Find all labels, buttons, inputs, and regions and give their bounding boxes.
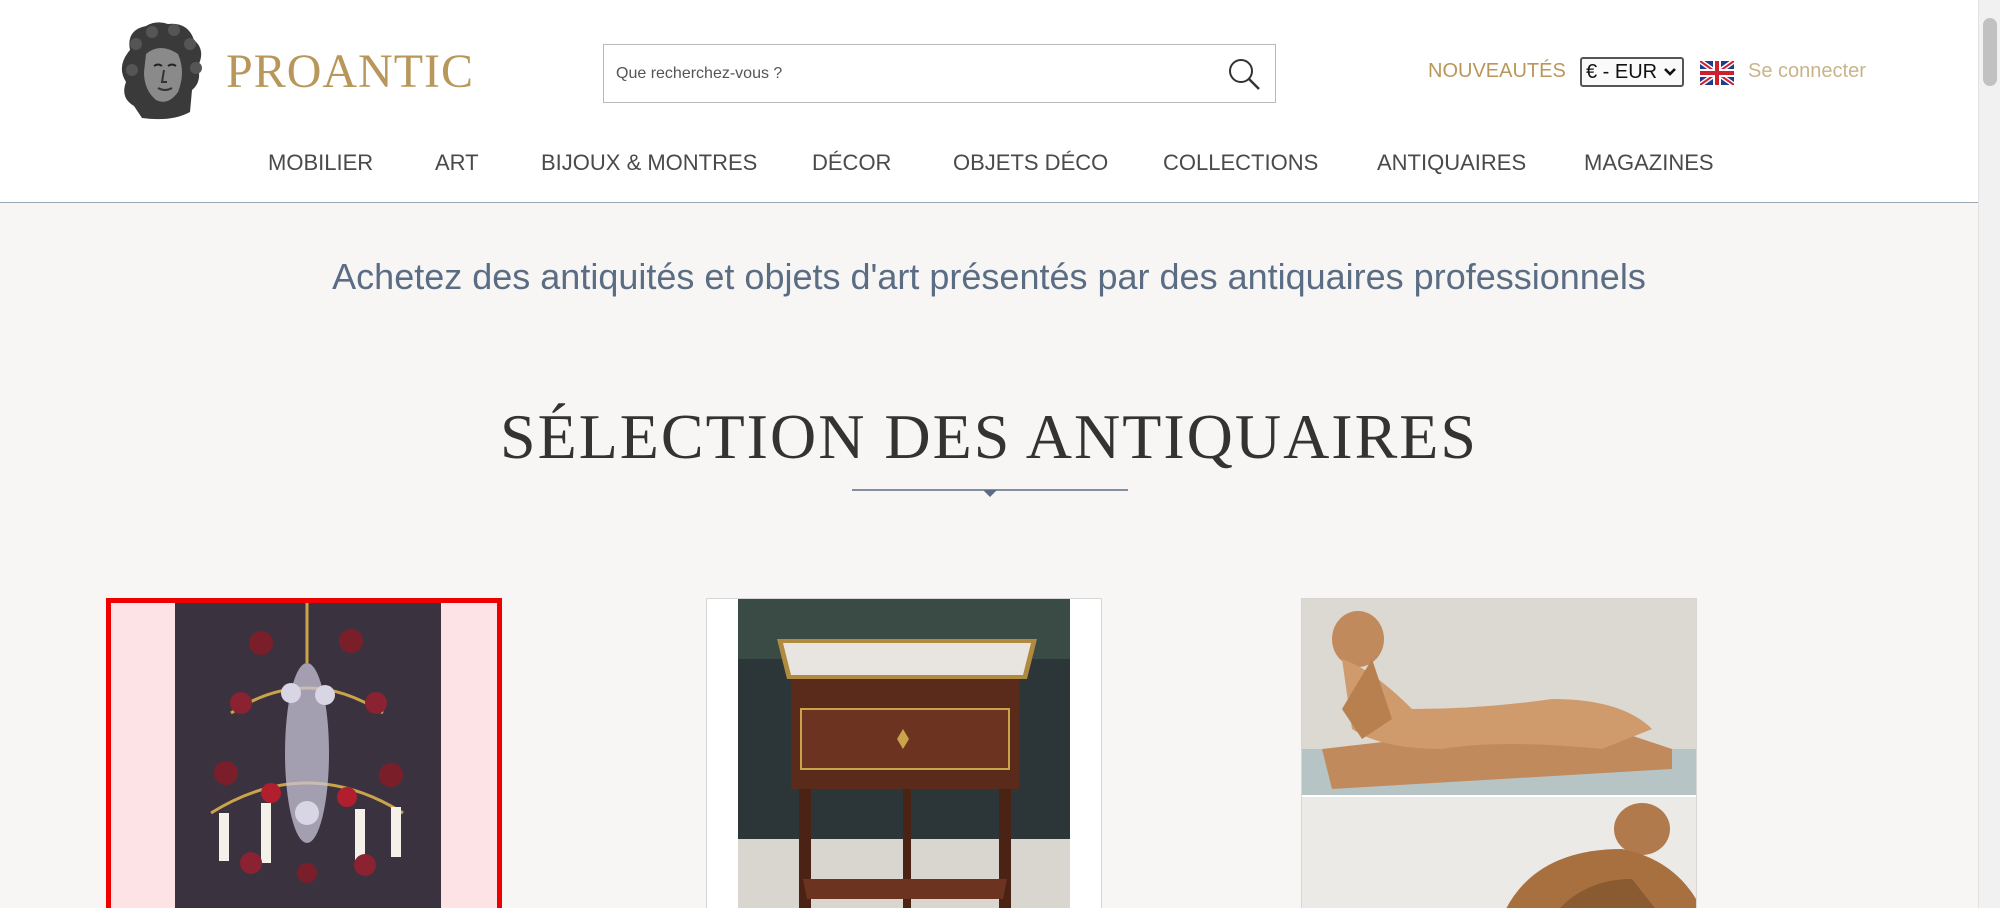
chevron-down-icon <box>1664 68 1676 76</box>
nav-item-bijoux-montres[interactable]: BIJOUX & MONTRES <box>541 150 757 176</box>
main-nav: MOBILIER ART BIJOUX & MONTRES DÉCOR OBJE… <box>0 150 1978 180</box>
product-card-chandelier[interactable] <box>106 598 502 908</box>
page-scrollbar[interactable] <box>1978 0 2000 908</box>
currency-select[interactable]: € - EUR <box>1580 57 1684 87</box>
sculpture-image <box>1302 599 1696 908</box>
section-title: SÉLECTION DES ANTIQUAIRES <box>500 401 1478 472</box>
site-header: PROANTIC NOUVEAUTÉS € - EUR Se connecter… <box>0 0 1978 203</box>
currency-value: € - EUR <box>1586 60 1658 83</box>
nav-item-collections[interactable]: COLLECTIONS <box>1163 150 1318 176</box>
nouveautes-link[interactable]: NOUVEAUTÉS <box>1428 60 1566 83</box>
nav-item-magazines[interactable]: MAGAZINES <box>1584 150 1714 176</box>
nav-item-antiquaires[interactable]: ANTIQUAIRES <box>1377 150 1526 176</box>
search-input[interactable] <box>604 45 1204 102</box>
tagline: Achetez des antiquités et objets d'art p… <box>332 256 1646 297</box>
chandelier-image <box>111 603 497 908</box>
product-card-sculpture[interactable] <box>1301 598 1697 908</box>
bust-logo-icon <box>121 22 202 120</box>
nav-item-mobilier[interactable]: MOBILIER <box>268 150 373 176</box>
nav-item-art[interactable]: ART <box>435 150 479 176</box>
logo-text: PROANTIC <box>226 44 475 98</box>
login-link[interactable]: Se connecter <box>1748 60 1866 83</box>
nav-item-objets-deco[interactable]: OBJETS DÉCO <box>953 150 1108 176</box>
uk-flag-icon[interactable] <box>1700 61 1734 85</box>
scrollbar-thumb[interactable] <box>1983 18 1997 86</box>
product-card-side-table[interactable] <box>706 598 1102 908</box>
search-icon[interactable] <box>1227 57 1261 91</box>
site-logo[interactable]: PROANTIC <box>112 20 474 122</box>
section-divider <box>852 489 1128 497</box>
side-table-image <box>707 599 1101 908</box>
nav-item-decor[interactable]: DÉCOR <box>812 150 891 176</box>
search-bar <box>603 44 1276 103</box>
